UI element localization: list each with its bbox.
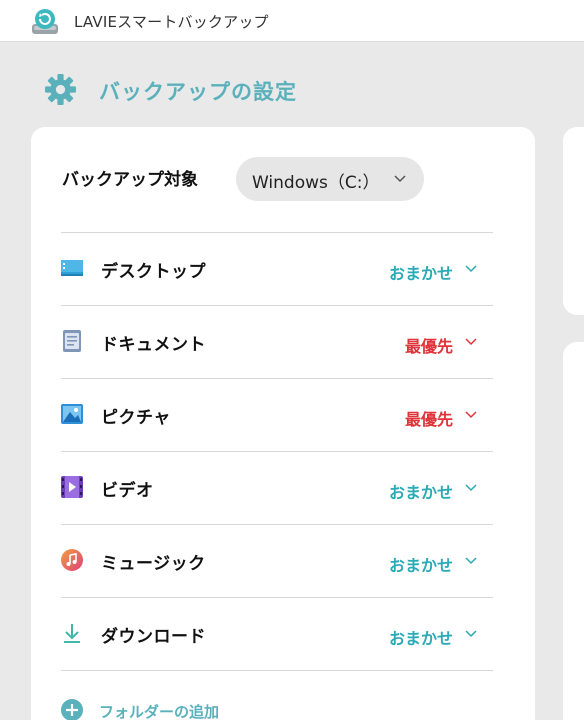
folder-row-videos: ビデオ おまかせ — [61, 451, 493, 524]
priority-select[interactable]: 最優先 — [405, 333, 453, 357]
folder-label: ミュージック — [101, 554, 206, 574]
side-panel-bottom — [563, 342, 584, 720]
chevron-down-icon[interactable] — [465, 264, 477, 273]
add-folder-label: フォルダーの追加 — [99, 703, 220, 720]
backup-settings-card: バックアップ対象 Windows（C:） デスクトップ おまかせ ドキュメント … — [31, 127, 535, 720]
video-icon — [61, 476, 83, 498]
folder-list: デスクトップ おまかせ ドキュメント 最優先 ピクチャ 最優先 ビデオ おまかせ… — [61, 232, 493, 671]
folder-label: ダウンロード — [101, 627, 206, 647]
chevron-down-icon[interactable] — [465, 556, 477, 565]
app-title: LAVIEスマートバックアップ — [74, 13, 269, 31]
chevron-down-icon[interactable] — [465, 483, 477, 492]
folder-row-downloads: ダウンロード おまかせ — [61, 597, 493, 670]
folder-label: ビデオ — [101, 481, 154, 501]
priority-select[interactable]: 最優先 — [405, 406, 453, 430]
add-folder-button[interactable]: フォルダーの追加 — [61, 699, 261, 720]
chevron-down-icon[interactable] — [465, 629, 477, 638]
folder-row-music: ミュージック おまかせ — [61, 524, 493, 597]
priority-select[interactable]: おまかせ — [389, 552, 453, 576]
app-backup-icon — [32, 9, 58, 34]
download-icon — [64, 624, 80, 643]
folder-row-desktop: デスクトップ おまかせ — [61, 232, 493, 305]
folder-row-pictures: ピクチャ 最優先 — [61, 378, 493, 451]
folder-label: ドキュメント — [101, 335, 206, 355]
side-panel-top — [563, 127, 584, 315]
priority-select[interactable]: おまかせ — [389, 260, 453, 284]
chevron-down-icon[interactable] — [465, 410, 477, 419]
folder-label: ピクチャ — [101, 408, 171, 428]
folder-row-documents: ドキュメント 最優先 — [61, 305, 493, 378]
music-icon — [61, 549, 83, 571]
drive-select-value: Windows（C:） — [252, 173, 380, 193]
title-bar: LAVIEスマートバックアップ — [0, 0, 584, 42]
desktop-icon — [61, 260, 83, 276]
chevron-down-icon[interactable] — [465, 337, 477, 346]
gear-icon — [45, 74, 76, 105]
drive-select[interactable]: Windows（C:） — [236, 157, 424, 201]
backup-target-label: バックアップ対象 — [62, 170, 198, 190]
priority-select[interactable]: おまかせ — [389, 479, 453, 503]
folder-label: デスクトップ — [101, 262, 206, 282]
divider — [61, 670, 493, 671]
page-title: バックアップの設定 — [99, 80, 297, 104]
plus-circle-icon — [61, 699, 83, 720]
priority-select[interactable]: おまかせ — [389, 625, 453, 649]
chevron-down-icon — [394, 175, 406, 183]
document-icon — [63, 330, 81, 352]
picture-icon — [61, 404, 83, 424]
